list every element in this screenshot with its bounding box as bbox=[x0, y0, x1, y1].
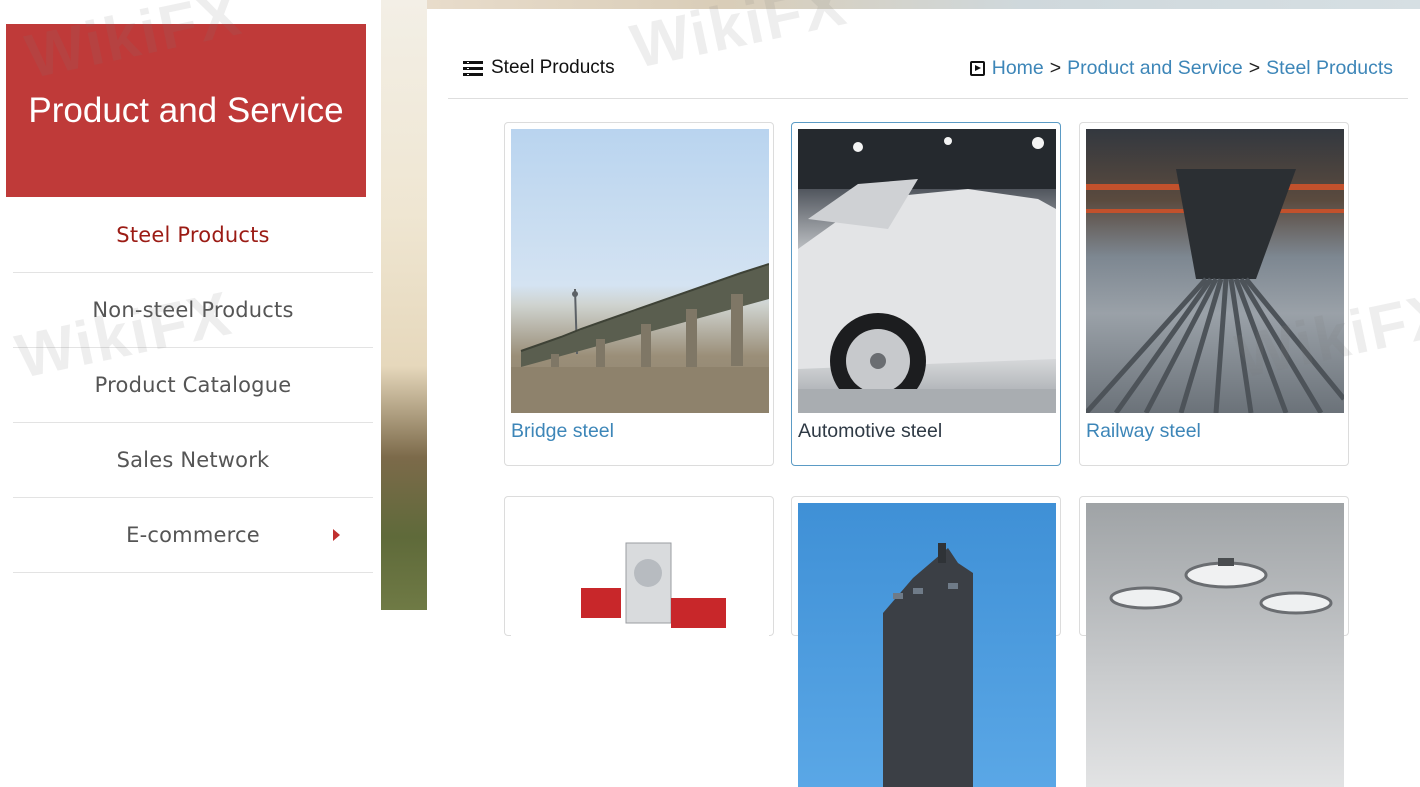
breadcrumb: Home > Product and Service > Steel Produ… bbox=[969, 57, 1393, 80]
sidebar-item-sales-network[interactable]: Sales Network bbox=[13, 423, 373, 498]
sidebar-title: Product and Service bbox=[6, 24, 366, 197]
bridge-illustration bbox=[511, 263, 769, 413]
car-body-illustration bbox=[798, 129, 1056, 413]
breadcrumb-separator: > bbox=[1248, 57, 1261, 79]
background-scenery bbox=[381, 0, 427, 610]
appliances-illustration bbox=[581, 542, 726, 628]
sidebar-nav: Steel Products Non-steel Products Produc… bbox=[13, 198, 373, 573]
building-illustration bbox=[883, 543, 973, 787]
product-card-automotive-steel[interactable]: Automotive steel bbox=[791, 122, 1061, 466]
product-image-home-appliances[interactable] bbox=[511, 503, 769, 787]
product-caption[interactable]: Automotive steel bbox=[798, 420, 942, 443]
rails-illustration bbox=[1086, 169, 1344, 413]
product-image-cookware[interactable] bbox=[1086, 503, 1344, 787]
product-card-railway-steel[interactable]: Railway steel bbox=[1079, 122, 1349, 466]
product-caption[interactable]: Bridge steel bbox=[511, 420, 614, 443]
cookware-illustration bbox=[1109, 558, 1333, 615]
sidebar-item-label: E-commerce bbox=[126, 523, 260, 547]
main-content: Steel Products Home > Product and Servic… bbox=[427, 9, 1420, 787]
product-card-cookware[interactable] bbox=[1079, 496, 1349, 787]
page-title: Steel Products bbox=[463, 57, 615, 79]
sidebar-item-product-catalogue[interactable]: Product Catalogue bbox=[13, 348, 373, 423]
sidebar-item-steel-products[interactable]: Steel Products bbox=[13, 198, 373, 273]
product-image-car-body[interactable] bbox=[798, 129, 1056, 413]
sidebar-item-non-steel-products[interactable]: Non-steel Products bbox=[13, 273, 373, 348]
product-caption[interactable]: Railway steel bbox=[1086, 420, 1201, 443]
breadcrumb-steel-products[interactable]: Steel Products bbox=[1266, 57, 1393, 80]
product-image-building[interactable] bbox=[798, 503, 1056, 787]
play-square-icon bbox=[969, 61, 985, 76]
product-card-bridge-steel[interactable]: Bridge steel bbox=[504, 122, 774, 466]
product-image-bridge[interactable] bbox=[511, 129, 769, 413]
sidebar: Product and Service Steel Products Non-s… bbox=[0, 0, 381, 610]
background-top-strip bbox=[427, 0, 1420, 9]
breadcrumb-product-and-service[interactable]: Product and Service bbox=[1067, 57, 1243, 80]
breadcrumb-separator: > bbox=[1049, 57, 1062, 79]
sidebar-item-e-commerce[interactable]: E-commerce bbox=[13, 498, 373, 573]
list-icon bbox=[463, 60, 483, 76]
content-header: Steel Products Home > Product and Servic… bbox=[448, 9, 1408, 99]
caret-right-icon bbox=[333, 529, 340, 541]
product-image-rails[interactable] bbox=[1086, 129, 1344, 413]
page-title-text: Steel Products bbox=[491, 57, 615, 78]
breadcrumb-home[interactable]: Home bbox=[992, 57, 1044, 80]
product-card-building[interactable] bbox=[791, 496, 1061, 787]
product-card-home-appliances[interactable] bbox=[504, 496, 774, 787]
